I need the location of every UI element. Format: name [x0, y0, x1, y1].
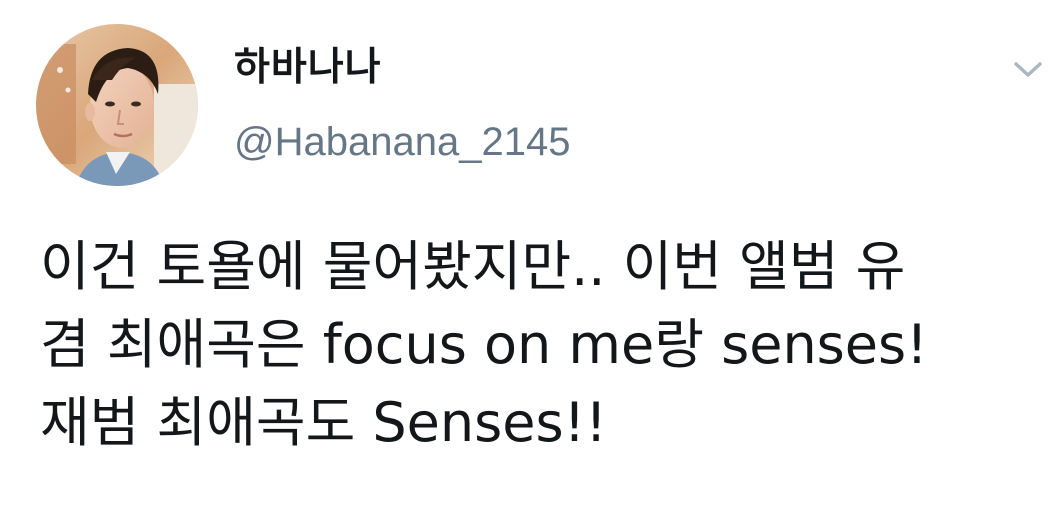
tweet-text-line: 재범 최애곡도 Senses!!	[40, 391, 607, 454]
display-name[interactable]: 하바나나	[234, 44, 382, 92]
user-handle[interactable]: @Habanana_2145	[234, 118, 570, 166]
tweet-text: 이건 토욜에 물어봤지만.. 이번 앨범 유 겸 최애곡은 focus on m…	[40, 228, 1050, 462]
tweet-card: 하바나나 @Habanana_2145 이건 토욜에 물어봤지만.. 이번 앨범…	[0, 0, 1053, 513]
tweet-text-line: 겸 최애곡은 focus on me랑 senses!	[40, 313, 928, 376]
chevron-down-icon[interactable]	[1004, 46, 1052, 94]
avatar[interactable]	[36, 24, 198, 186]
avatar-image	[36, 24, 198, 186]
tweet-text-line: 이건 토욜에 물어봤지만.. 이번 앨범 유	[40, 235, 906, 298]
chevron-down-icon-svg	[1014, 62, 1042, 77]
